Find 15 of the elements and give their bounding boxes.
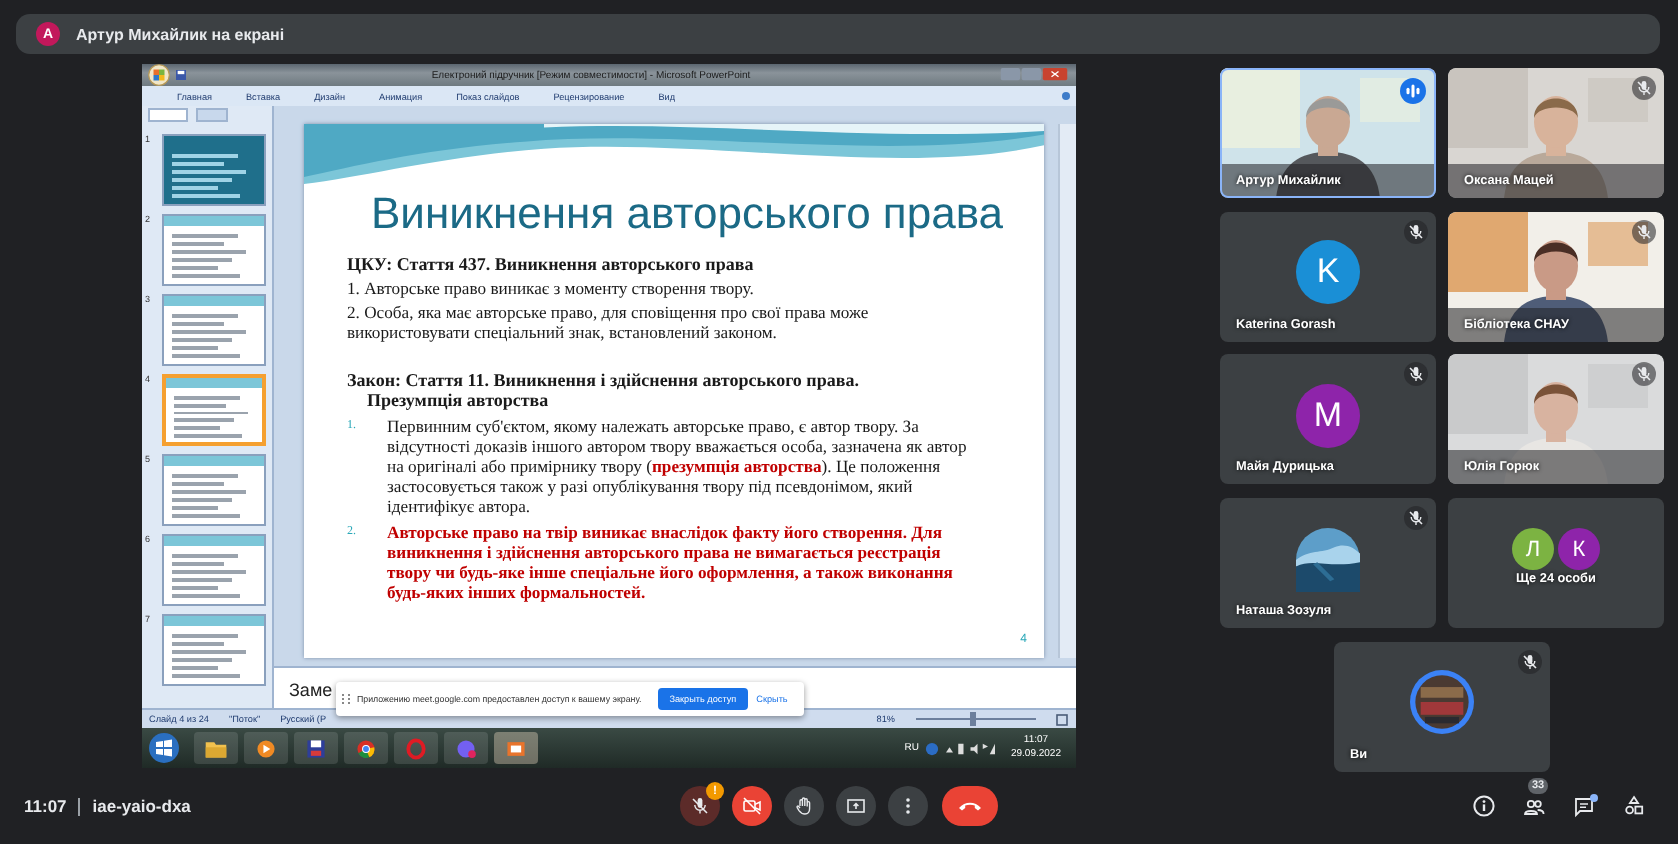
avatar: К <box>1558 528 1600 571</box>
meeting-code: iae-yaio-dxa <box>92 796 191 816</box>
meeting-time: 11:07 <box>24 796 67 816</box>
slide-paragraph: 2. Особа, яка має авторське право, для сповіщення про свої права може використовувати спеціальний знак, встановлений законом. <box>347 302 871 342</box>
slide-paragraph: 1. Авторське право виникає з моменту створення твору. <box>347 278 756 298</box>
avatar: K <box>1296 240 1360 305</box>
slide-title: Виникнення авторського права <box>369 186 1005 240</box>
avatar: Л <box>1512 528 1554 571</box>
slide-heading: Закон: Стаття 11. Виникнення і здійснення авторського права. <box>347 370 861 390</box>
slide-heading: ЦКУ: Стаття 437. Виникнення авторського права <box>347 254 756 274</box>
slide-heading: Презумпція авторства <box>365 390 551 410</box>
presenting-text: Артур Михайлик на екрані <box>76 25 285 43</box>
slide-paragraph: Первинним суб'єктом, якому належать авторське право, є автор твору. За відсутності доказів іншого автором твору вважається особа, зазначена як автор на оригіналі або примірнику твору (презумпція авторства). Це положення застосовується також у разі опублікування твору під псевдонімом, який ідентифікує автора. <box>387 416 969 516</box>
avatar: M <box>1296 383 1360 448</box>
slide-paragraph: Авторське право на твір виникає внаслідок факту його створення. Для виникнення і здійснення авторського права не вимагається реєстрація твору чи будь-яке інше спеціальне його оформлення, а також виконання будь-яких інших формальностей. <box>387 522 955 602</box>
